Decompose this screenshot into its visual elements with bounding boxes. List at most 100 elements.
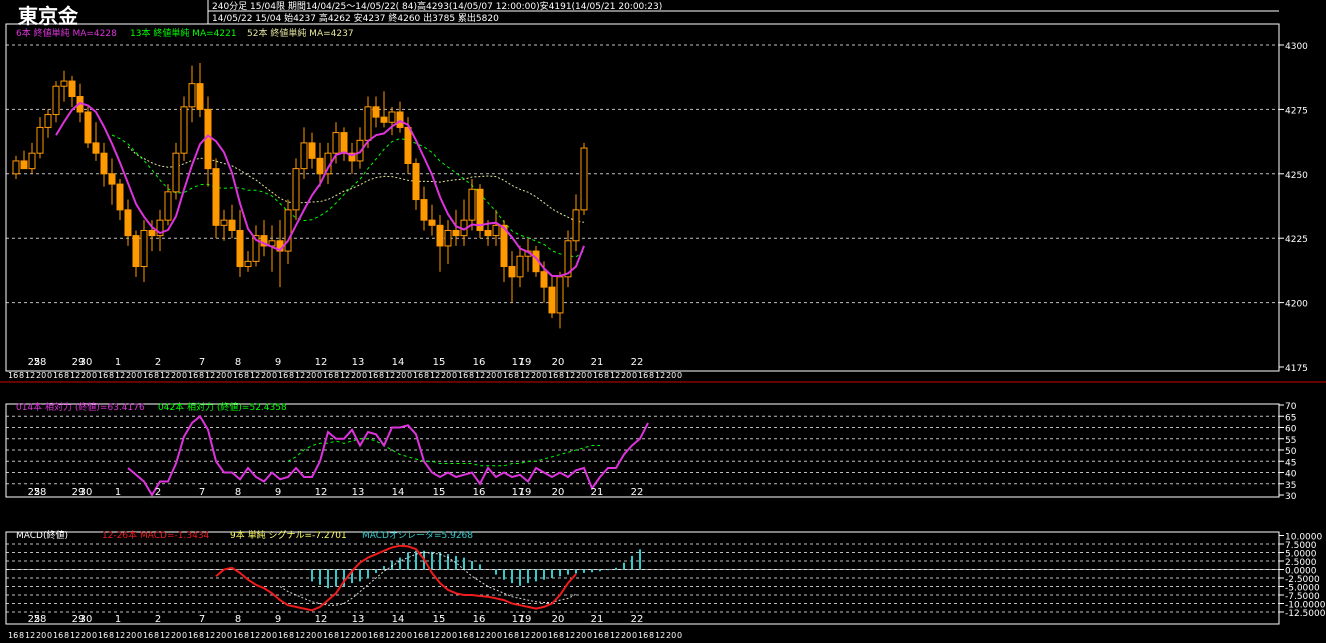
macd-hour-label: 8 bbox=[154, 631, 159, 640]
candle-body bbox=[228, 219, 236, 231]
main-date-label: 14 bbox=[392, 357, 405, 368]
rsi-date-label: 2 bbox=[155, 487, 161, 498]
macd-hour-label: 8 bbox=[109, 631, 114, 640]
main-hour-label: 0 bbox=[677, 371, 682, 380]
rsi-date-axis: 28 30 1 2 7 8 9 12 13 14 15 16 19 20 21 2225 29 17 bbox=[28, 487, 644, 498]
macd-hour-label: 0 bbox=[452, 631, 457, 640]
rsi-date-label: 16 bbox=[473, 487, 486, 498]
main-hour-label: 16 bbox=[188, 371, 198, 380]
main-hour-label: 0 bbox=[137, 371, 142, 380]
macd-hour-label: 12 bbox=[385, 631, 395, 640]
candle-body bbox=[436, 224, 444, 247]
main-date-label: 1 bbox=[115, 357, 121, 368]
candle-body bbox=[244, 260, 252, 268]
macd-hour-label: 0 bbox=[272, 631, 277, 640]
candle-body bbox=[212, 168, 220, 226]
rsi-y-tick-label: 65 bbox=[1285, 413, 1296, 423]
macd-hour-label: 0 bbox=[362, 631, 367, 640]
candle-body bbox=[84, 111, 92, 144]
macd-hour-label: 0 bbox=[587, 631, 592, 640]
rsi-date-label: 29 bbox=[72, 487, 85, 498]
candle-body bbox=[580, 147, 588, 211]
main-hour-label: 12 bbox=[115, 371, 125, 380]
rsi-y-tick-label: 50 bbox=[1285, 447, 1297, 457]
macd-hour-label: 0 bbox=[542, 631, 547, 640]
macd-hour-label: 16 bbox=[8, 631, 18, 640]
candle-body bbox=[492, 224, 500, 237]
main-hour-label: 20 bbox=[306, 371, 316, 380]
macd-hour-label: 0 bbox=[677, 631, 682, 640]
ma52-line bbox=[127, 146, 585, 223]
macd-hour-label: 0 bbox=[227, 631, 232, 640]
main-hour-label: 0 bbox=[272, 371, 277, 380]
main-y-tick-label: 4225 bbox=[1285, 235, 1308, 245]
main-hour-label: 8 bbox=[604, 371, 609, 380]
macd-hour-label: 8 bbox=[469, 631, 474, 640]
candle-body bbox=[164, 191, 172, 221]
main-hour-label: 20 bbox=[621, 371, 631, 380]
candle-body bbox=[484, 229, 492, 237]
main-date-label: 16 bbox=[473, 357, 486, 368]
candle-body bbox=[548, 286, 556, 314]
main-hour-label: 8 bbox=[154, 371, 159, 380]
candle-body bbox=[100, 152, 108, 175]
macd-legend-entry: MACDオシレータ=5.9268 bbox=[362, 530, 473, 541]
rsi-date-label: 12 bbox=[315, 487, 328, 498]
main-hour-label: 12 bbox=[205, 371, 215, 380]
macd-date-label: 16 bbox=[473, 614, 486, 625]
main-date-label: 22 bbox=[631, 357, 644, 368]
main-hour-label: 0 bbox=[407, 371, 412, 380]
rsi-y-tick-label: 40 bbox=[1285, 470, 1297, 480]
candle-body bbox=[412, 162, 420, 201]
candle-body bbox=[420, 199, 428, 221]
rsi14-line bbox=[127, 414, 649, 497]
macd-date-axis: 28 30 1 2 7 8 9 12 13 14 15 16 19 20 21 2225 29 17 bbox=[28, 614, 644, 625]
rsi-y-axis: 7065 60555045 403530 bbox=[1279, 402, 1297, 502]
main-hour-label: 16 bbox=[413, 371, 423, 380]
macd-legend: MACD(終値) 12-26本 MACD=-1.3434 9本 単純 シグナル=-7… bbox=[16, 529, 473, 541]
main-date-label: 7 bbox=[199, 357, 205, 368]
main-hour-axis: 16 8 12 20 0 16 8 12 20 0 16 8 12 20 0 16 8 12 20 0 16 8 12 20 0… bbox=[8, 371, 682, 380]
macd-hour-label: 20 bbox=[306, 631, 316, 640]
macd-hour-label: 16 bbox=[503, 631, 513, 640]
rsi-legend-entry: 042本 相対力 (終値)=52.4358 bbox=[158, 401, 287, 413]
macd-hour-label: 20 bbox=[351, 631, 361, 640]
macd-hour-label: 0 bbox=[497, 631, 502, 640]
rsi-y-tick-label: 70 bbox=[1285, 402, 1297, 412]
main-hour-label: 8 bbox=[19, 371, 24, 380]
candle-body bbox=[124, 209, 132, 237]
candle-body bbox=[404, 126, 412, 164]
main-hour-label: 0 bbox=[542, 371, 547, 380]
main-hour-label: 12 bbox=[160, 371, 170, 380]
macd-hour-label: 20 bbox=[81, 631, 91, 640]
candle-body bbox=[300, 142, 308, 170]
main-hour-label: 12 bbox=[520, 371, 530, 380]
main-hour-label: 8 bbox=[244, 371, 249, 380]
info-line-1: 240分足 15/04限 期間14/04/25～14/05/22( 84)高42… bbox=[212, 0, 662, 12]
candle-body bbox=[36, 126, 44, 154]
main-hour-label: 8 bbox=[514, 371, 519, 380]
macd-hour-label: 8 bbox=[604, 631, 609, 640]
macd-hour-label: 20 bbox=[441, 631, 451, 640]
main-hour-label: 0 bbox=[182, 371, 187, 380]
macd-date-label: 9 bbox=[275, 614, 281, 625]
macd-hour-label: 20 bbox=[396, 631, 406, 640]
main-date-label: 15 bbox=[433, 357, 446, 368]
macd-hour-label: 8 bbox=[289, 631, 294, 640]
macd-hour-label: 12 bbox=[610, 631, 620, 640]
macd-hour-label: 16 bbox=[53, 631, 63, 640]
ma-legend-entry: 13本 終値単純 MA=4221 bbox=[130, 27, 237, 39]
macd-date-label: 13 bbox=[352, 614, 365, 625]
macd-hour-label: 0 bbox=[47, 631, 52, 640]
candle-body bbox=[284, 209, 292, 252]
main-date-label: 13 bbox=[352, 357, 365, 368]
macd-hour-label: 8 bbox=[19, 631, 24, 640]
macd-hour-label: 16 bbox=[638, 631, 648, 640]
candle-body bbox=[332, 132, 340, 154]
macd-date-label: 17 bbox=[512, 614, 525, 625]
macd-hour-label: 16 bbox=[548, 631, 558, 640]
main-hour-label: 0 bbox=[362, 371, 367, 380]
main-hour-label: 8 bbox=[379, 371, 384, 380]
macd-date-label: 15 bbox=[433, 614, 446, 625]
rsi-date-label: 21 bbox=[591, 487, 604, 498]
